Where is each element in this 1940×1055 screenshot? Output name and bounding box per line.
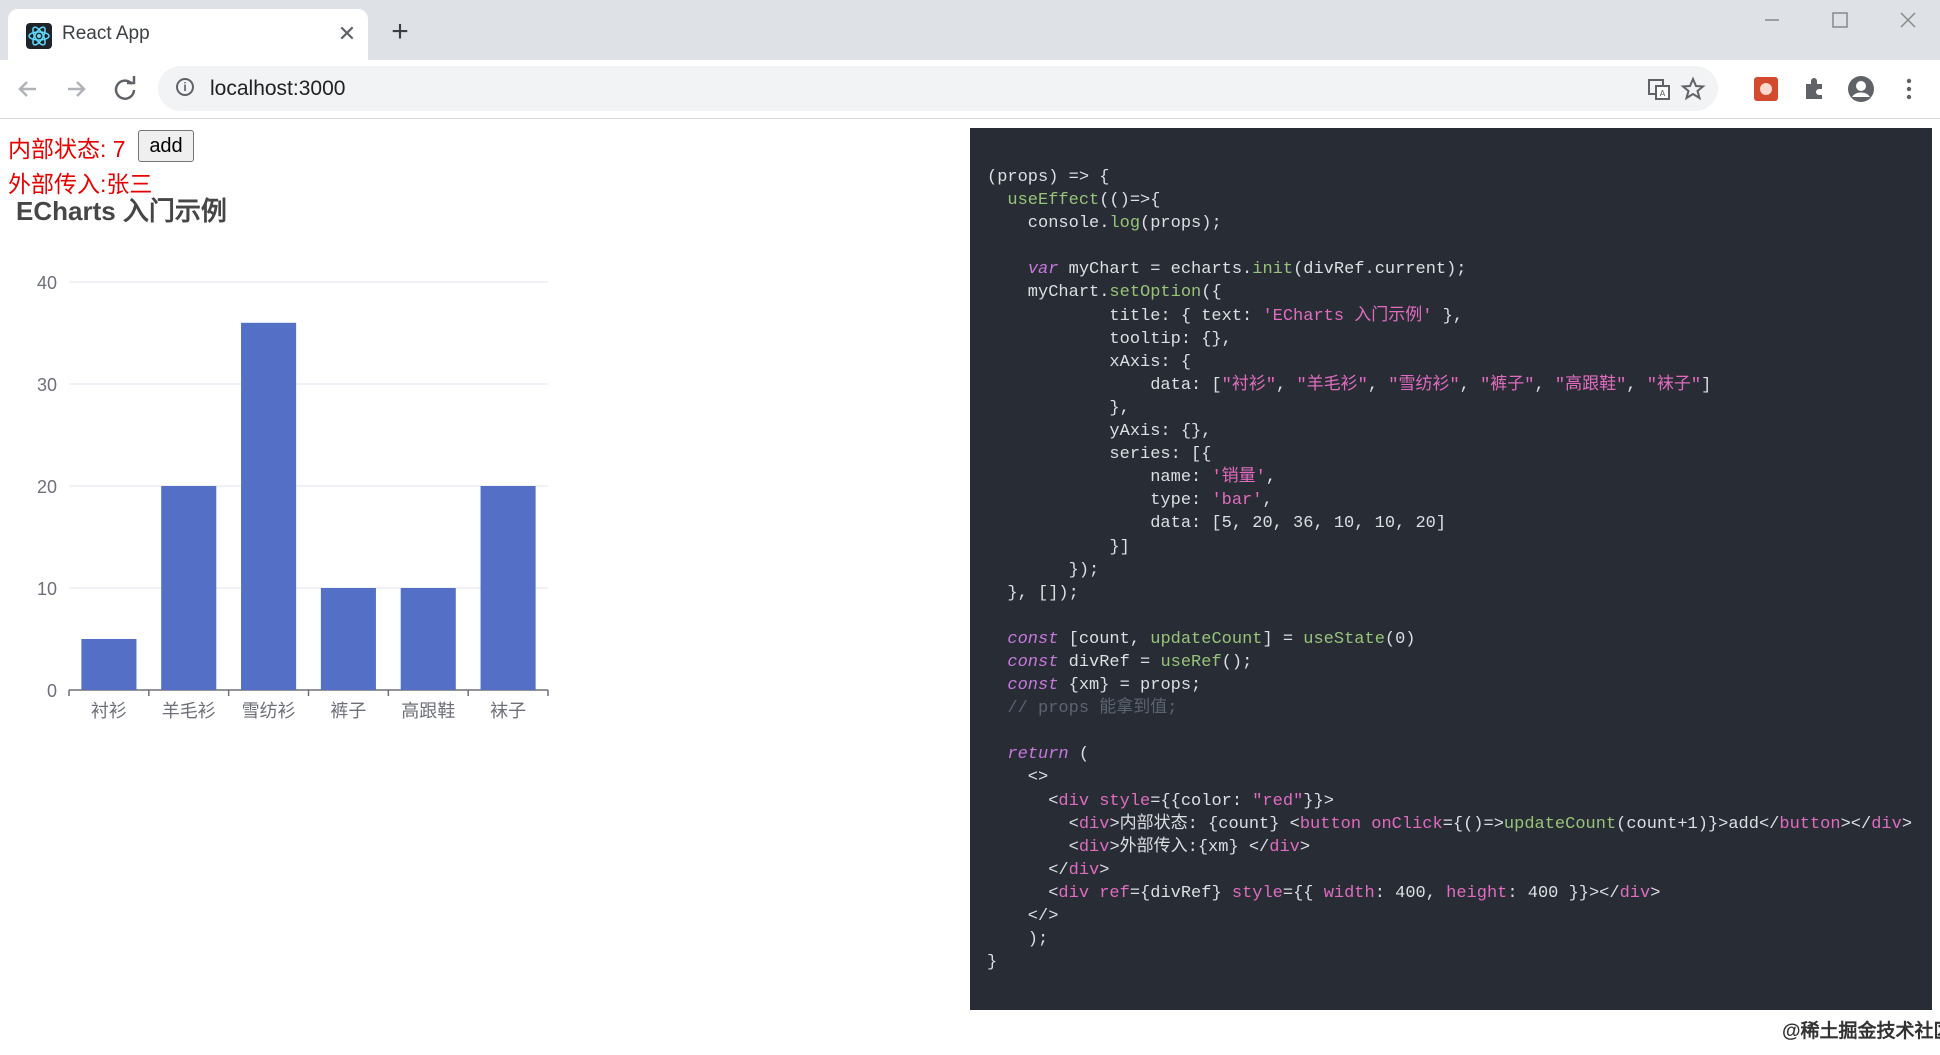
x-tick-label: 雪纺衫	[242, 701, 296, 722]
bookmark-star-icon[interactable]	[1680, 76, 1706, 102]
code-line: type: 'bar',	[987, 491, 1273, 511]
code-line: name: '销量',	[987, 468, 1277, 488]
code-line: var myChart = echarts.init(divRef.curren…	[1027, 260, 1467, 280]
code-line: // props 能拿到值;	[1007, 699, 1178, 719]
chart-title: ECharts 入门示例	[16, 196, 227, 226]
reload-icon[interactable]	[109, 73, 141, 105]
code-line: myChart.setOption({	[987, 283, 1222, 303]
bar-5	[480, 486, 536, 690]
code-line: (props) => {	[987, 168, 1110, 187]
bar-0	[81, 639, 137, 690]
translate-icon[interactable]: A	[1646, 76, 1672, 102]
extensions-puzzle-icon[interactable]	[1799, 74, 1829, 104]
react-logo-icon	[26, 23, 52, 49]
count-label: 内部状态: 7	[8, 136, 126, 162]
y-tick-label: 0	[47, 681, 57, 701]
menu-dots-icon[interactable]	[1894, 74, 1924, 104]
bar-chart: ECharts 入门示例 0 10 20 30 40 衬衫 羊毛衫 雪纺衫 裤子 高跟鞋 袜子	[16, 196, 549, 722]
url-text[interactable]: localhost:3000	[210, 77, 345, 101]
y-tick-label: 20	[37, 477, 57, 497]
code-line: <>	[987, 768, 1049, 788]
code-line: useEffect(()=>{	[1007, 191, 1161, 211]
browser-tab[interactable]: React App ✕	[8, 9, 368, 60]
svg-text:A: A	[1660, 89, 1666, 98]
code-line: }	[987, 953, 998, 973]
bar-3	[320, 588, 376, 690]
maximize-icon[interactable]	[1820, 8, 1860, 32]
bar-2	[241, 322, 297, 690]
code-line: xAxis: {	[987, 352, 1192, 372]
bar-4	[400, 588, 456, 690]
y-tick-label: 40	[37, 273, 57, 293]
forward-arrow-icon[interactable]	[60, 73, 92, 105]
close-window-icon[interactable]	[1888, 8, 1928, 32]
code-line: const divRef = useRef();	[1007, 652, 1253, 672]
code-panel: (props) => { useEffect(()=>{ console.log…	[970, 128, 1932, 1010]
code-block: (props) => { useEffect(()=>{ console.log…	[987, 166, 1912, 974]
watermark: @稀土掘金技术社区	[1782, 1021, 1940, 1042]
bar-1	[161, 486, 217, 690]
code-line: }, []);	[987, 583, 1079, 603]
code-line: <div ref={divRef} style={{ width: 400, h…	[987, 883, 1661, 903]
code-line: <div>内部状态: {count} <button onClick={()=>…	[987, 814, 1913, 834]
add-button[interactable]: add	[138, 130, 194, 162]
browser-toolbar: i localhost:3000 A	[0, 60, 1940, 119]
x-tick-label: 袜子	[490, 701, 526, 722]
code-line: }]	[987, 537, 1130, 557]
browser-tab-strip: React App ✕ +	[0, 0, 1940, 60]
code-line: title: { text: 'ECharts 入门示例' },	[987, 306, 1464, 326]
site-info-icon[interactable]: i	[176, 78, 194, 96]
code-line: return (	[1007, 745, 1090, 765]
code-line: const [count, updateCount] = useState(0)	[1007, 629, 1416, 649]
minimize-icon[interactable]	[1752, 8, 1792, 32]
x-tick-label: 衬衫	[91, 701, 127, 722]
code-line: data: [5, 20, 36, 10, 10, 20]	[987, 514, 1447, 534]
x-tick-label: 羊毛衫	[162, 701, 216, 722]
x-tick-label: 裤子	[330, 701, 366, 722]
tab-close-icon[interactable]: ✕	[334, 21, 360, 47]
code-line: <div style={{color: "red"}}>	[987, 791, 1334, 811]
y-tick-label: 10	[37, 579, 57, 599]
new-tab-button[interactable]: +	[386, 17, 414, 47]
code-line: tooltip: {},	[987, 329, 1232, 349]
code-line: const {xm} = props;	[1007, 676, 1202, 696]
code-line: });	[987, 560, 1100, 580]
echarts-container: ECharts 入门示例 0 10 20 30 40 衬衫 羊毛衫 雪纺衫 裤子 高跟鞋 袜子	[10, 190, 570, 750]
code-line: console.log(props);	[987, 214, 1222, 234]
code-line: },	[987, 398, 1130, 418]
code-line: <div>外部传入:{xm} </div>	[987, 837, 1311, 857]
x-tick-label: 高跟鞋	[401, 701, 455, 722]
y-tick-label: 30	[37, 375, 57, 395]
address-bar[interactable]: i localhost:3000 A	[158, 66, 1718, 111]
extension-red-icon[interactable]	[1751, 74, 1781, 104]
tab-title: React App	[62, 23, 150, 44]
code-line: series: [{	[987, 445, 1212, 465]
back-arrow-icon[interactable]	[12, 73, 44, 105]
code-line: yAxis: {},	[987, 422, 1212, 442]
code-line: </>	[987, 907, 1059, 926]
code-line: );	[987, 930, 1049, 950]
code-line: data: ["衬衫", "羊毛衫", "雪纺衫", "裤子", "高跟鞋", …	[987, 375, 1712, 395]
profile-avatar-icon[interactable]	[1846, 74, 1876, 104]
code-line: </div>	[987, 860, 1110, 880]
